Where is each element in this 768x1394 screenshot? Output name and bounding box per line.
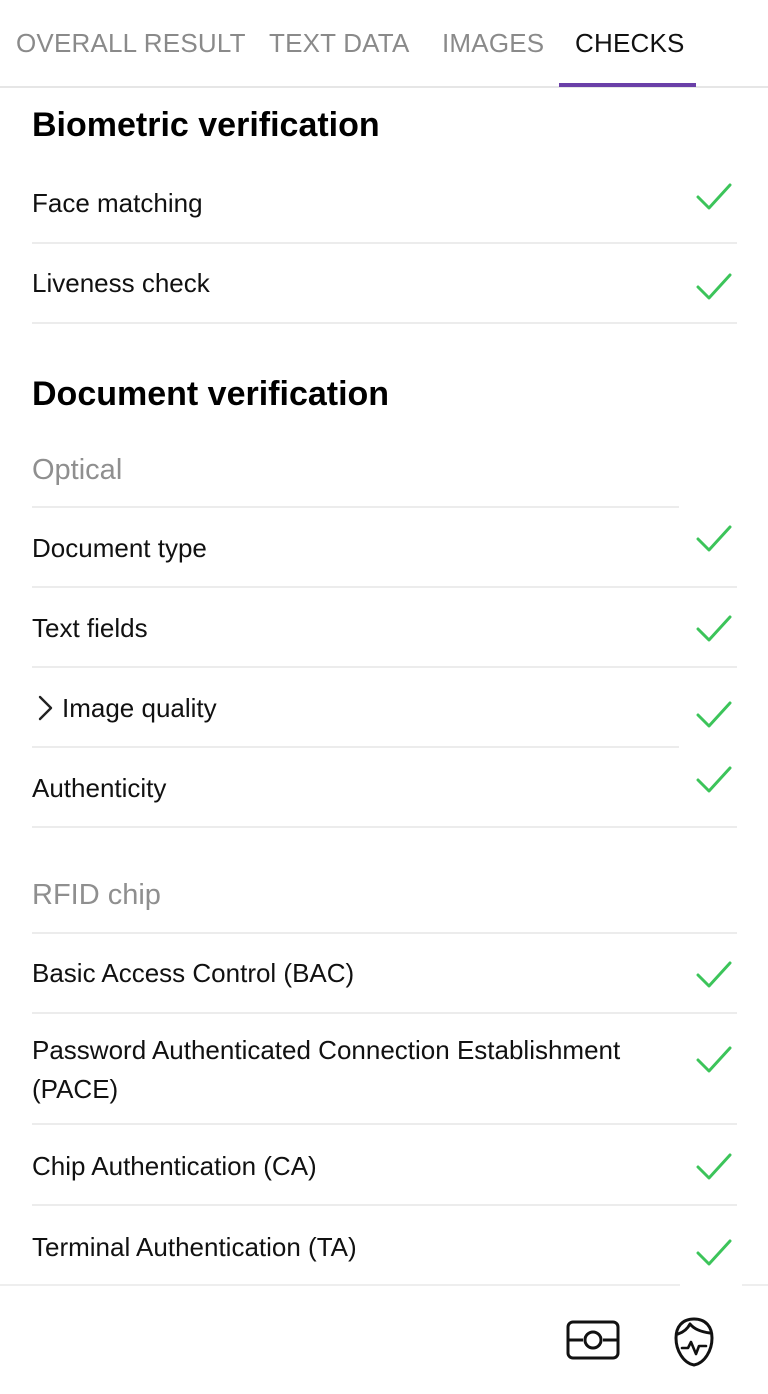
checks-screen: OVERALL RESULT TEXT DATA IMAGES CHECKS B… bbox=[0, 0, 768, 1394]
check-row-label: Document type bbox=[32, 533, 207, 563]
divider bbox=[32, 242, 737, 244]
divider bbox=[32, 826, 737, 828]
face-liveness-icon[interactable] bbox=[672, 1316, 716, 1368]
check-row-label: Password Authenticated Connection Establ… bbox=[32, 1035, 621, 1065]
biometric-section-title: Biometric verification bbox=[32, 106, 380, 144]
check-row-label: Liveness check bbox=[32, 268, 210, 298]
check-icon bbox=[696, 766, 732, 793]
divider bbox=[32, 506, 679, 508]
divider bbox=[32, 1123, 737, 1125]
check-icon bbox=[696, 961, 732, 988]
check-icon bbox=[696, 1153, 732, 1180]
document-section-title: Document verification bbox=[32, 375, 390, 413]
check-icon bbox=[696, 525, 732, 552]
check-row-label: Face matching bbox=[32, 188, 203, 218]
tab-overall-result[interactable]: OVERALL RESULT bbox=[16, 0, 246, 86]
tab-text-data[interactable]: TEXT DATA bbox=[269, 0, 409, 86]
rfid-subsection-title: RFID chip bbox=[32, 879, 161, 911]
divider bbox=[32, 586, 737, 588]
check-icon bbox=[696, 701, 732, 728]
chevron-right-icon[interactable] bbox=[36, 695, 54, 721]
check-icon bbox=[696, 273, 732, 300]
check-row-label: Image quality bbox=[62, 693, 217, 723]
divider bbox=[32, 932, 737, 934]
tab-checks[interactable]: CHECKS bbox=[575, 0, 685, 86]
check-row-label-line2: (PACE) bbox=[32, 1074, 119, 1104]
bottom-toolbar bbox=[0, 1284, 768, 1394]
divider bbox=[32, 666, 737, 668]
check-row-label: Basic Access Control (BAC) bbox=[32, 958, 355, 988]
check-icon bbox=[696, 1239, 732, 1266]
tab-bar: OVERALL RESULT TEXT DATA IMAGES CHECKS bbox=[0, 0, 768, 88]
check-row-label: Authenticity bbox=[32, 773, 167, 803]
check-icon bbox=[696, 183, 732, 210]
divider bbox=[32, 746, 679, 748]
check-icon bbox=[696, 1046, 732, 1073]
divider bbox=[32, 322, 737, 324]
check-row-label: Chip Authentication (CA) bbox=[32, 1151, 317, 1181]
tab-images[interactable]: IMAGES bbox=[442, 0, 544, 86]
check-icon bbox=[696, 615, 732, 642]
divider bbox=[32, 1012, 737, 1014]
check-row-label: Terminal Authentication (TA) bbox=[32, 1232, 357, 1262]
active-tab-indicator bbox=[559, 83, 696, 87]
document-scan-icon[interactable] bbox=[566, 1320, 620, 1360]
check-row-label: Text fields bbox=[32, 613, 148, 643]
divider bbox=[32, 1204, 737, 1206]
optical-subsection-title: Optical bbox=[32, 454, 123, 486]
